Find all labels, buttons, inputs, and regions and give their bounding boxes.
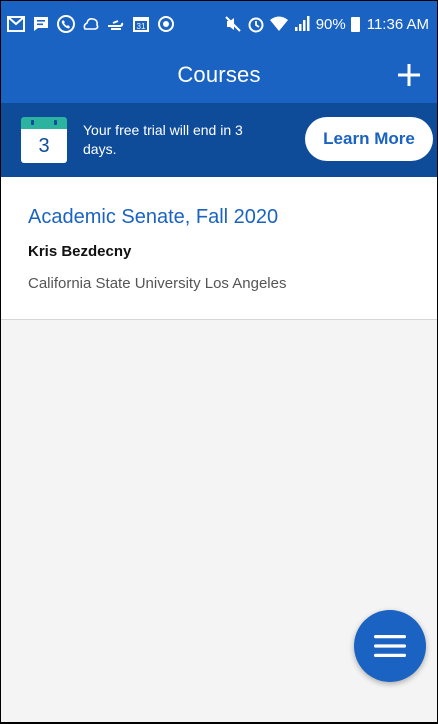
mute-icon (224, 15, 242, 33)
add-course-button[interactable] (391, 57, 427, 93)
calendar-31-icon: 31 (132, 15, 150, 33)
status-notification-icons: 31 (7, 15, 175, 33)
wind-icon (107, 15, 125, 33)
page-title: Courses (177, 62, 261, 87)
learn-more-button[interactable]: Learn More (305, 117, 433, 161)
course-school: California State University Los Angeles (28, 275, 287, 292)
status-bar: 31 90% 11:36 AM (1, 1, 437, 47)
clock-time: 11:36 AM (366, 15, 429, 33)
course-title: Academic Senate, Fall 2020 (28, 206, 279, 228)
plus-icon (397, 63, 421, 87)
status-system-icons: 90% 11:36 AM (224, 15, 429, 33)
course-card[interactable]: Academic Senate, Fall 2020 Kris Bezdecny… (1, 177, 437, 320)
calendar-day: 3 (21, 129, 67, 163)
message-icon (32, 15, 50, 33)
weather-icon (82, 15, 100, 33)
signal-icon (293, 15, 311, 33)
hamburger-menu-icon (373, 632, 407, 660)
app-bar: Courses (1, 47, 437, 103)
sync-icon (157, 15, 175, 33)
trial-message: Your free trial will end in 3 days. (83, 122, 243, 157)
alarm-icon (247, 15, 265, 33)
battery-percent: 90% (315, 15, 346, 33)
phone-screen: 31 90% 11:36 AM Courses 3 Your free tria… (1, 1, 437, 722)
menu-fab-button[interactable] (354, 610, 426, 682)
trial-banner: 3 Your free trial will end in 3 days. Le… (1, 103, 437, 177)
course-instructor: Kris Bezdecny (28, 243, 132, 260)
wifi-icon (269, 15, 288, 33)
phone-icon (57, 15, 75, 33)
battery-icon (350, 16, 360, 32)
calendar-icon: 3 (21, 117, 67, 163)
mail-icon (7, 15, 25, 33)
svg-text:31: 31 (137, 22, 146, 31)
